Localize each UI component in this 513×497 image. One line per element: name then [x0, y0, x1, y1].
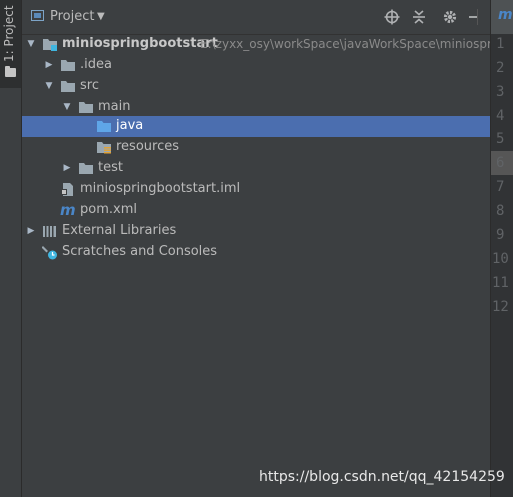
line-number: 7 [496, 179, 505, 195]
folder-icon [78, 161, 94, 176]
line-number: 4 [496, 108, 505, 124]
maven-file-icon: m [498, 7, 513, 23]
tree-item-scratches[interactable]: Scratches and Consoles [22, 242, 490, 263]
collapse-all-icon[interactable] [410, 8, 428, 26]
line-number: 1 [496, 36, 505, 52]
tree-item-label: pom.xml [80, 202, 137, 217]
gear-icon[interactable] [441, 8, 459, 26]
tree-item-external-libraries[interactable]: ▶ External Libraries [22, 221, 490, 242]
line-number: 8 [496, 203, 505, 219]
tree-item-iml[interactable]: miniospringbootstart.iml [22, 179, 490, 200]
expand-arrow-icon[interactable]: ▶ [26, 226, 36, 236]
watermark: https://blog.csdn.net/qq_42154259 [259, 469, 505, 485]
tool-window-strip: 1: Project [0, 0, 22, 497]
project-view-icon [31, 10, 44, 21]
locate-icon[interactable] [383, 8, 401, 26]
hide-panel-icon[interactable] [466, 8, 484, 26]
tree-item-label: miniospringbootstart [62, 36, 218, 51]
line-number: 12 [492, 299, 509, 315]
line-number: 2 [496, 60, 505, 76]
line-number: 6 [496, 155, 505, 171]
line-number: 5 [496, 131, 505, 147]
resources-folder-icon [96, 140, 112, 155]
project-panel-header: Project ▼ [22, 0, 490, 35]
expand-arrow-icon[interactable]: ▼ [44, 81, 54, 91]
expand-arrow-icon[interactable]: ▼ [62, 102, 72, 112]
project-tool-window-button[interactable]: 1: Project [0, 0, 21, 88]
iml-file-icon [60, 182, 76, 197]
source-folder-icon [96, 119, 112, 134]
line-number: 9 [496, 227, 505, 243]
folder-icon [5, 66, 16, 77]
folder-icon [78, 100, 94, 115]
line-number: 11 [492, 275, 509, 291]
folder-icon [60, 58, 76, 73]
folder-icon [60, 79, 76, 94]
line-number: 3 [496, 84, 505, 100]
view-selector-label[interactable]: Project [50, 9, 94, 24]
tree-item-idea[interactable]: ▶ .idea [22, 55, 490, 76]
libraries-icon [42, 224, 58, 239]
editor-tab-pom[interactable]: m [491, 0, 513, 34]
tree-item-label: main [98, 99, 131, 114]
tree-item-resources[interactable]: resources [22, 137, 490, 158]
expand-arrow-icon[interactable]: ▶ [62, 163, 72, 173]
tree-item-label: .idea [80, 57, 112, 72]
tree-item-test[interactable]: ▶ test [22, 158, 490, 179]
project-tree: ▼ miniospringbootstart E:\zyxx_osy\workS… [22, 34, 503, 497]
editor-gutter: m 1 2 3 4 5 6 7 8 9 10 11 12 [490, 0, 513, 497]
tree-item-label: test [98, 160, 123, 175]
tree-item-pom[interactable]: m pom.xml [22, 200, 490, 221]
module-folder-icon [42, 37, 58, 52]
tree-item-label: src [80, 78, 99, 93]
tree-item-src[interactable]: ▼ src [22, 76, 490, 97]
tree-item-main[interactable]: ▼ main [22, 97, 490, 118]
tree-item-java[interactable]: java [22, 116, 490, 137]
tree-item-label: java [116, 118, 144, 133]
maven-file-icon: m [60, 201, 76, 219]
tree-item-path: E:\zyxx_osy\workSpace\javaWorkSpace\mini… [200, 37, 503, 51]
tree-item-label: External Libraries [62, 223, 177, 238]
line-number: 10 [492, 251, 509, 267]
tree-item-root[interactable]: ▼ miniospringbootstart E:\zyxx_osy\workS… [22, 34, 503, 55]
project-tool-window-label: 1: Project [2, 5, 16, 62]
tree-item-label: resources [116, 139, 180, 154]
chevron-down-icon[interactable]: ▼ [97, 11, 105, 22]
tree-item-label: Scratches and Consoles [62, 244, 218, 259]
expand-arrow-icon[interactable]: ▼ [26, 39, 36, 49]
tree-item-label: miniospringbootstart.iml [80, 181, 241, 196]
scratches-icon [41, 245, 58, 260]
expand-arrow-icon[interactable]: ▶ [44, 60, 54, 70]
